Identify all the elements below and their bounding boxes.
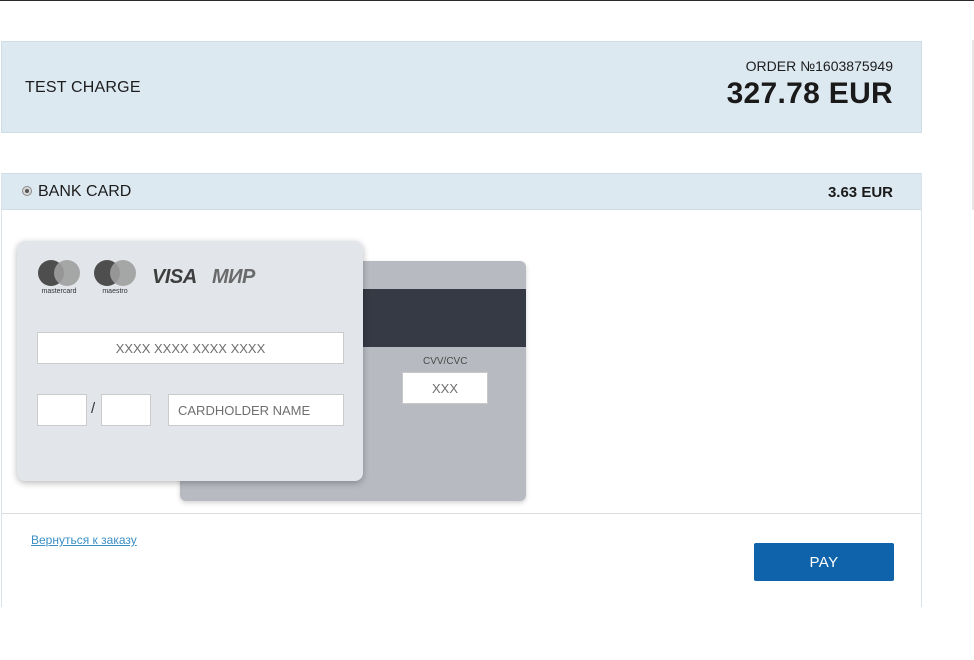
visa-logo-icon: VISA [152,266,197,288]
expiry-year-input[interactable] [101,394,151,426]
card-number-input[interactable] [37,332,344,364]
maestro-logo-icon: maestro [92,260,138,295]
expiry-month-input[interactable] [37,394,87,426]
pay-button[interactable]: PAY [754,543,894,581]
order-number: ORDER №1603875949 [745,58,893,74]
mir-logo-icon: МИР [212,266,255,288]
footer-divider [2,513,921,514]
mastercard-logo-icon: mastercard [36,260,82,295]
expiry-separator: / [91,400,96,417]
radio-selected-icon[interactable] [22,186,32,196]
charge-title: TEST CHARGE [25,79,141,96]
order-total-amount: 327.78 EUR [726,77,893,110]
back-to-order-link[interactable]: Вернуться к заказу [31,533,137,547]
cvv-label: CVV/CVC [423,356,468,367]
payment-method-bank-card[interactable]: BANK CARD 3.63 EUR [2,173,921,210]
payment-method-amount: 3.63 EUR [827,184,893,201]
top-divider [0,0,974,1]
card-front: mastercard maestro VISA МИР / [17,241,363,481]
payment-panel: BANK CARD 3.63 EUR CVV/CVC mastercard ma… [1,173,922,607]
cardholder-name-input[interactable] [168,394,344,426]
payment-method-label: BANK CARD [38,183,132,200]
order-summary-header: TEST CHARGE ORDER №1603875949 327.78 EUR [1,41,922,133]
cvv-input[interactable] [402,372,488,404]
